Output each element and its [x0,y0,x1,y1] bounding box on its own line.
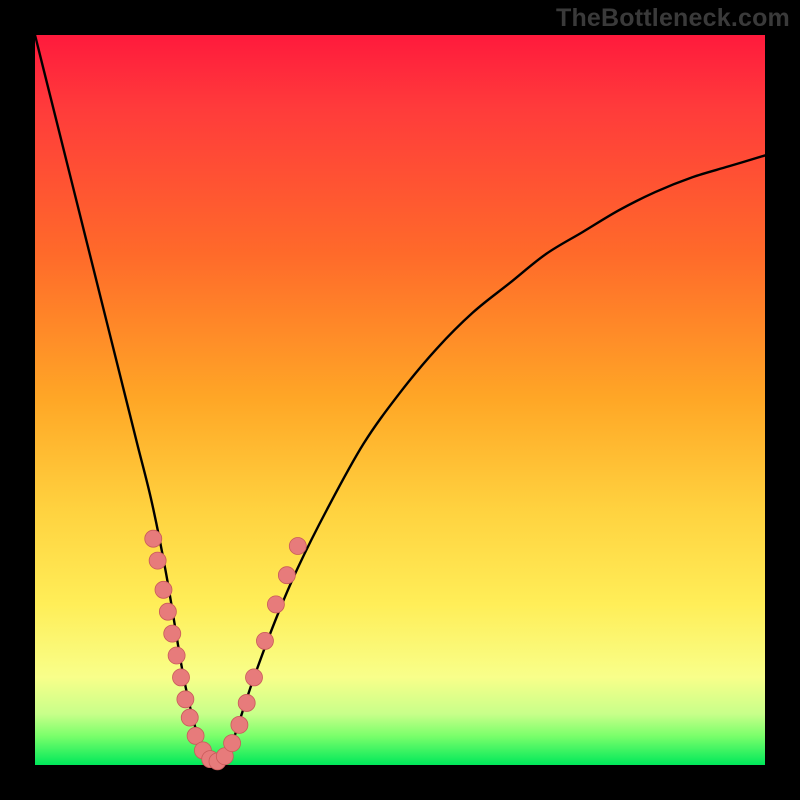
highlight-dot [231,716,248,733]
bottleneck-curve [35,35,765,766]
highlight-dot [181,709,198,726]
highlight-dot [238,694,255,711]
highlight-dots [145,530,307,770]
highlight-dot [164,625,181,642]
highlight-dot [246,669,263,686]
highlight-dot [159,603,176,620]
highlight-dot [177,691,194,708]
highlight-dot [278,567,295,584]
highlight-dot [173,669,190,686]
highlight-dot [155,581,172,598]
plot-area [35,35,765,765]
highlight-dot [168,647,185,664]
highlight-dot [267,596,284,613]
highlight-dot [149,552,166,569]
chart-frame: TheBottleneck.com [0,0,800,800]
highlight-dot [289,538,306,555]
highlight-dot [224,735,241,752]
watermark-label: TheBottleneck.com [556,4,790,33]
highlight-dot [145,530,162,547]
curve-svg [35,35,765,765]
highlight-dot [256,632,273,649]
